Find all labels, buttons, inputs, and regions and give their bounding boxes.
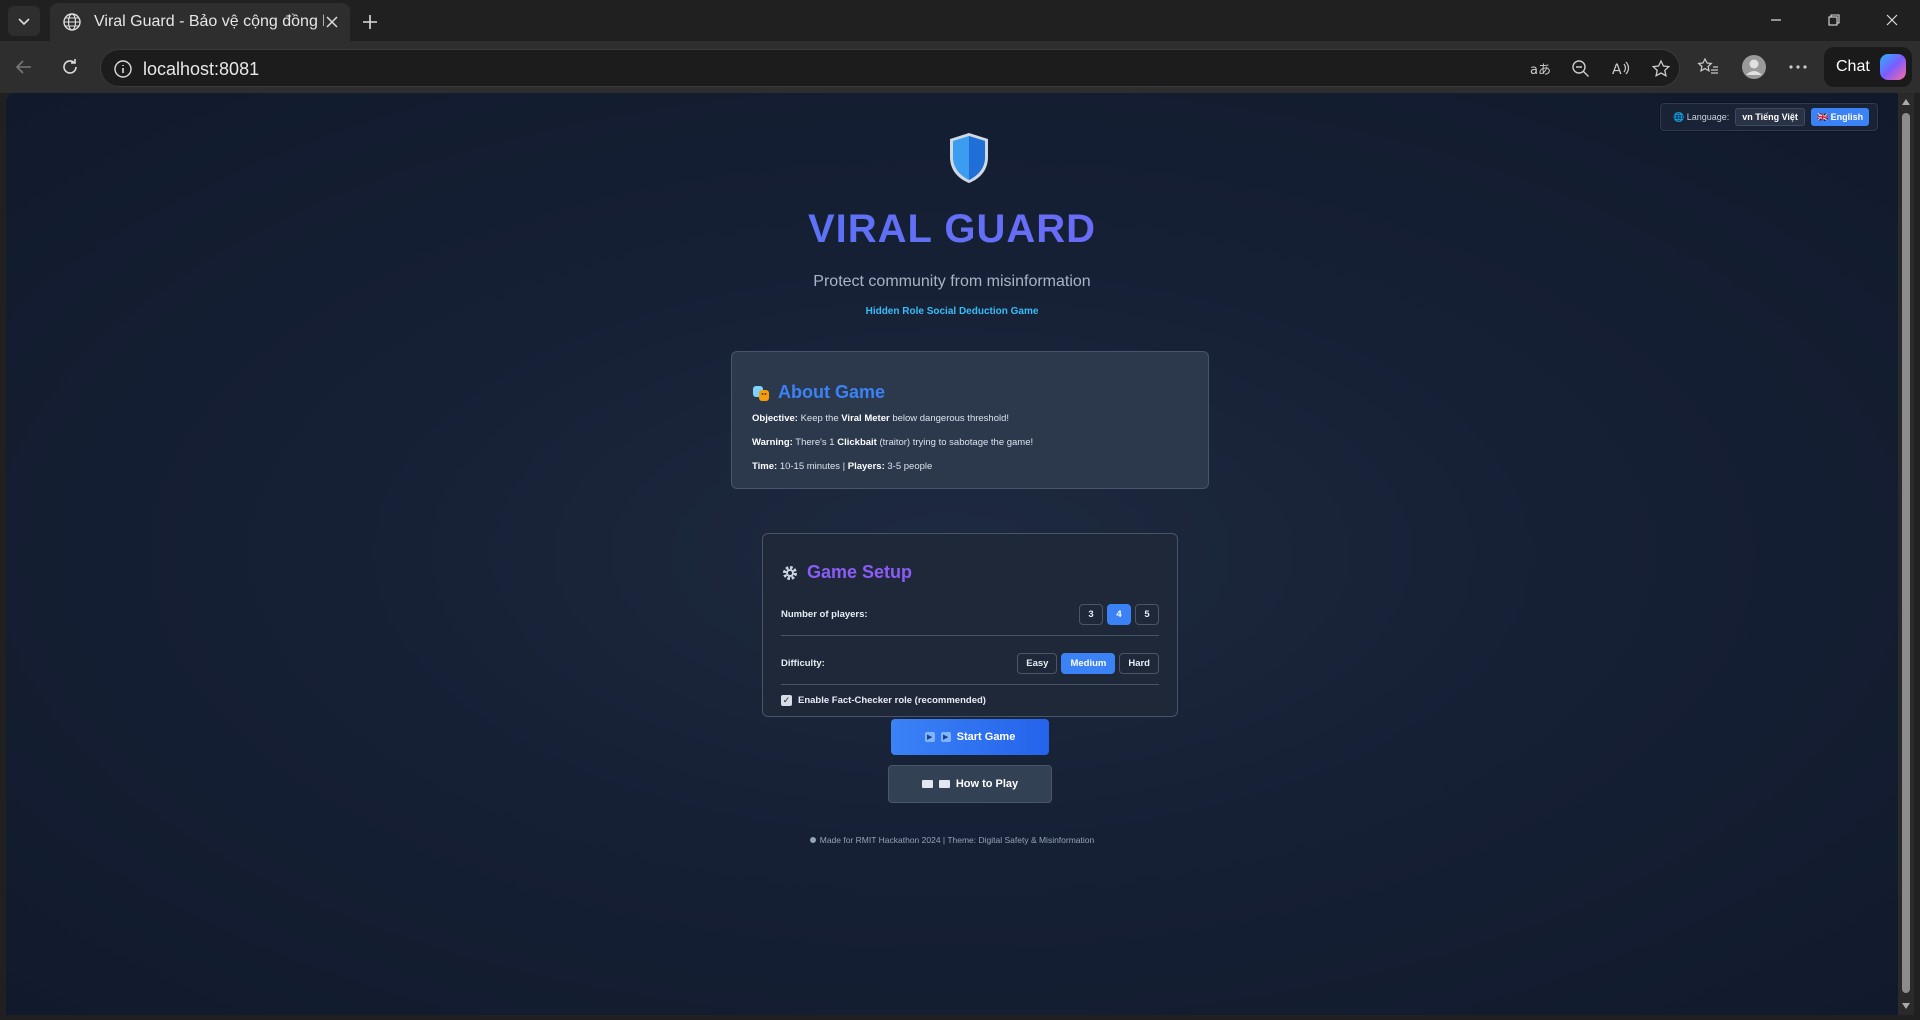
svg-text:aあ: aあ xyxy=(1530,63,1551,78)
difficulty-label: Difficulty: xyxy=(781,657,825,669)
player-count-options: 3 4 5 xyxy=(1079,603,1159,625)
objective-label: Objective: xyxy=(752,413,798,424)
favorites-icon[interactable] xyxy=(1692,51,1724,83)
plus-icon xyxy=(363,15,377,29)
about-game-card: About Game Objective: Keep the Viral Met… xyxy=(731,351,1209,489)
about-heading: About Game xyxy=(752,382,1188,403)
fact-checker-option[interactable]: ✓ Enable Fact-Checker role (recommended) xyxy=(781,695,1159,706)
profile-avatar-icon[interactable] xyxy=(1738,51,1770,83)
setup-heading: Game Setup xyxy=(781,562,1159,583)
difficulty-medium-button[interactable]: Medium xyxy=(1061,652,1116,674)
play-icon: ▶ xyxy=(924,732,935,742)
copilot-icon xyxy=(1879,54,1906,80)
objective-post: below dangerous threshold! xyxy=(892,413,1010,424)
chat-button[interactable]: Chat xyxy=(1824,47,1912,87)
objective-line: Objective: Keep the Viral Meter below da… xyxy=(752,413,1188,424)
language-switcher: 🌐 Language: vn Tiếng Việt 🇬🇧 English xyxy=(1660,103,1878,131)
minimize-icon xyxy=(1771,19,1781,21)
close-icon xyxy=(1886,14,1898,26)
footer-text: Made for RMIT Hackathon 2024 | Theme: Di… xyxy=(6,835,1898,845)
theater-masks-icon xyxy=(753,385,769,401)
reload-icon xyxy=(63,59,77,74)
shield-logo-icon xyxy=(950,133,988,183)
close-window-button[interactable] xyxy=(1864,0,1920,40)
setup-heading-text: Game Setup xyxy=(807,562,913,582)
book-icon xyxy=(938,780,950,788)
start-game-button[interactable]: ▶ ▶ Start Game xyxy=(891,719,1049,755)
player-count-3-button[interactable]: 3 xyxy=(1079,603,1103,625)
globe-icon xyxy=(63,13,81,31)
back-arrow-icon xyxy=(15,60,31,74)
more-options-icon[interactable] xyxy=(1782,51,1814,83)
tab-title: Viral Guard - Bảo vệ cộng đồng k xyxy=(94,13,324,30)
favorite-star-icon[interactable] xyxy=(1649,57,1673,81)
scroll-thumb[interactable] xyxy=(1902,113,1910,993)
objective-pre: Keep the xyxy=(800,413,839,424)
language-vi-button[interactable]: vn Tiếng Việt xyxy=(1735,108,1805,126)
tab-bar: Viral Guard - Bảo vệ cộng đồng k xyxy=(0,0,1920,41)
svg-text:A: A xyxy=(1612,62,1622,78)
play-icon: ▶ xyxy=(940,732,951,742)
difficulty-row: Difficulty: Easy Medium Hard xyxy=(781,650,1159,676)
difficulty-easy-button[interactable]: Easy xyxy=(1017,652,1058,674)
how-to-play-label: How to Play xyxy=(955,778,1019,790)
fact-checker-checkbox[interactable]: ✓ xyxy=(781,695,792,706)
footer-credit: Made for RMIT Hackathon 2024 | Theme: Di… xyxy=(819,835,1095,845)
browser-tab[interactable]: Viral Guard - Bảo vệ cộng đồng k xyxy=(50,3,350,41)
reload-button[interactable] xyxy=(54,51,86,83)
player-count-4-button[interactable]: 4 xyxy=(1107,603,1131,625)
page-tagline: Hidden Role Social Deduction Game xyxy=(865,306,1039,317)
warning-label: Warning: xyxy=(752,437,793,448)
warning-post: (traitor) trying to sabotage the game! xyxy=(879,437,1034,448)
scroll-up-icon[interactable] xyxy=(1901,97,1911,107)
players-value: 3-5 people xyxy=(887,461,933,472)
player-count-5-button[interactable]: 5 xyxy=(1135,603,1159,625)
language-en-button[interactable]: 🇬🇧 English xyxy=(1810,108,1870,126)
clickbait-text: Clickbait xyxy=(837,437,877,448)
rocket-icon xyxy=(809,837,816,843)
tab-list-button[interactable] xyxy=(8,6,40,36)
new-tab-button[interactable] xyxy=(356,8,384,36)
url-text[interactable]: localhost:8081 xyxy=(143,59,259,80)
gear-icon xyxy=(783,565,797,580)
players-label: Players: xyxy=(847,461,885,472)
restore-button[interactable] xyxy=(1806,0,1862,40)
warning-pre: There's 1 xyxy=(795,437,835,448)
time-value: 10-15 minutes | xyxy=(779,461,846,472)
warning-line: Warning: There's 1 Clickbait (traitor) t… xyxy=(752,437,1188,448)
chevron-down-icon xyxy=(18,18,30,26)
address-bar-row: localhost:8081 aあ A Chat xyxy=(0,41,1920,93)
scroll-down-icon[interactable] xyxy=(1901,1001,1911,1011)
divider xyxy=(781,684,1159,685)
minimize-button[interactable] xyxy=(1748,0,1804,40)
difficulty-hard-button[interactable]: Hard xyxy=(1119,652,1159,674)
about-heading-text: About Game xyxy=(778,382,886,402)
translate-icon[interactable]: aあ xyxy=(1529,57,1553,81)
zoom-out-icon[interactable] xyxy=(1569,57,1593,81)
time-label: Time: xyxy=(752,461,778,472)
page-viewport: 🌐 Language: vn Tiếng Việt 🇬🇧 English VIR… xyxy=(6,93,1898,1015)
players-count-label: Number of players: xyxy=(781,608,868,620)
language-label: 🌐 Language: xyxy=(1673,111,1730,122)
fact-checker-label: Enable Fact-Checker role (recommended) xyxy=(798,695,986,706)
how-to-play-button[interactable]: How to Play xyxy=(888,765,1052,803)
close-tab-icon[interactable] xyxy=(322,12,342,32)
info-icon[interactable] xyxy=(113,59,133,79)
page-title: VIRAL GUARD xyxy=(6,207,1898,252)
read-aloud-icon[interactable]: A xyxy=(1609,57,1633,81)
page-subtitle: Protect community from misinformation xyxy=(813,273,1091,290)
url-bar[interactable]: localhost:8081 aあ A xyxy=(100,49,1680,87)
page-scrollbar[interactable] xyxy=(1898,93,1914,1015)
players-row: Number of players: 3 4 5 xyxy=(781,601,1159,627)
game-setup-card: Game Setup Number of players: 3 4 5 Diff… xyxy=(762,533,1178,717)
difficulty-options: Easy Medium Hard xyxy=(1017,652,1159,674)
chat-label: Chat xyxy=(1836,58,1870,75)
viral-meter-text: Viral Meter xyxy=(841,413,890,424)
time-players-line: Time: 10-15 minutes | Players: 3-5 peopl… xyxy=(752,461,1188,472)
start-game-label: Start Game xyxy=(956,731,1016,743)
back-button[interactable] xyxy=(8,51,40,83)
book-icon xyxy=(921,780,933,788)
divider xyxy=(781,635,1159,636)
restore-icon xyxy=(1828,14,1840,26)
